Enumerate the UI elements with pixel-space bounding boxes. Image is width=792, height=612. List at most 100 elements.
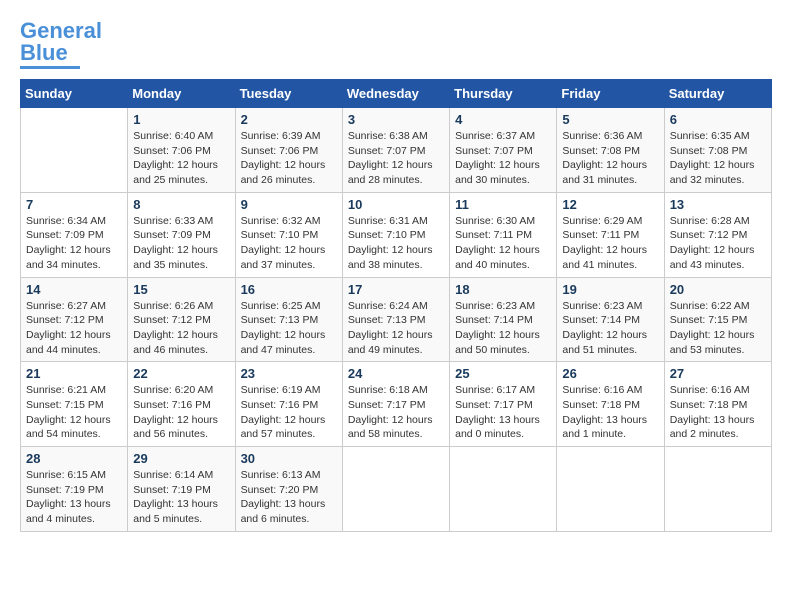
calendar-cell: 23 Sunrise: 6:19 AMSunset: 7:16 PMDayligh… [235,362,342,447]
day-number: 19 [562,282,658,297]
day-number: 10 [348,197,444,212]
calendar-week-4: 21Sunrise: 6:21 AMSunset: 7:15 PMDayligh… [21,362,772,447]
day-info: Sunrise: 6:16 AMSunset: 7:18 PMDaylight:… [670,383,766,442]
logo-underline [20,66,80,69]
calendar-cell: 14 Sunrise: 6:27 AMSunset: 7:12 PMDayligh… [21,277,128,362]
calendar-cell: 3 Sunrise: 6:38 AMSunset: 7:07 PMDaylight… [342,108,449,193]
calendar-cell: 24 Sunrise: 6:18 AMSunset: 7:17 PMDayligh… [342,362,449,447]
day-number: 15 [133,282,229,297]
calendar-cell: 10 Sunrise: 6:31 AMSunset: 7:10 PMDayligh… [342,192,449,277]
weekday-thursday: Thursday [450,80,557,108]
day-info: Sunrise: 6:20 AMSunset: 7:16 PMDaylight:… [133,383,229,442]
weekday-sunday: Sunday [21,80,128,108]
day-number: 4 [455,112,551,127]
day-info: Sunrise: 6:30 AMSunset: 7:11 PMDaylight:… [455,214,551,273]
calendar-cell: 17 Sunrise: 6:24 AMSunset: 7:13 PMDayligh… [342,277,449,362]
page-header: General Blue [20,20,772,69]
day-info: Sunrise: 6:15 AMSunset: 7:19 PMDaylight:… [26,468,122,527]
calendar-week-3: 14 Sunrise: 6:27 AMSunset: 7:12 PMDayligh… [21,277,772,362]
day-number: 7 [26,197,122,212]
calendar-cell: 20Sunrise: 6:22 AMSunset: 7:15 PMDayligh… [664,277,771,362]
calendar-cell: 19 Sunrise: 6:23 AMSunset: 7:14 PMDayligh… [557,277,664,362]
day-number: 22 [133,366,229,381]
day-info: Sunrise: 6:34 AMSunset: 7:09 PMDaylight:… [26,214,122,273]
day-info: Sunrise: 6:24 AMSunset: 7:13 PMDaylight:… [348,299,444,358]
day-number: 13 [670,197,766,212]
day-info: Sunrise: 6:16 AMSunset: 7:18 PMDaylight:… [562,383,658,442]
day-number: 9 [241,197,337,212]
day-info: Sunrise: 6:26 AMSunset: 7:12 PMDaylight:… [133,299,229,358]
day-number: 6 [670,112,766,127]
day-number: 21 [26,366,122,381]
day-number: 12 [562,197,658,212]
day-number: 2 [241,112,337,127]
calendar-cell: 12 Sunrise: 6:29 AMSunset: 7:11 PMDayligh… [557,192,664,277]
calendar-cell [450,447,557,532]
calendar-cell: 22 Sunrise: 6:20 AMSunset: 7:16 PMDayligh… [128,362,235,447]
calendar-body: 1 Sunrise: 6:40 AMSunset: 7:06 PMDaylight… [21,108,772,532]
day-info: Sunrise: 6:13 AMSunset: 7:20 PMDaylight:… [241,468,337,527]
weekday-friday: Friday [557,80,664,108]
calendar-cell: 16Sunrise: 6:25 AMSunset: 7:13 PMDayligh… [235,277,342,362]
day-number: 27 [670,366,766,381]
calendar-cell [21,108,128,193]
calendar-cell: 21Sunrise: 6:21 AMSunset: 7:15 PMDayligh… [21,362,128,447]
day-number: 24 [348,366,444,381]
calendar-cell: 25 Sunrise: 6:17 AMSunset: 7:17 PMDayligh… [450,362,557,447]
calendar-week-5: 28Sunrise: 6:15 AMSunset: 7:19 PMDayligh… [21,447,772,532]
day-number: 5 [562,112,658,127]
day-info: Sunrise: 6:35 AMSunset: 7:08 PMDaylight:… [670,129,766,188]
day-info: Sunrise: 6:27 AMSunset: 7:12 PMDaylight:… [26,299,122,358]
day-info: Sunrise: 6:22 AMSunset: 7:15 PMDaylight:… [670,299,766,358]
day-info: Sunrise: 6:38 AMSunset: 7:07 PMDaylight:… [348,129,444,188]
calendar-cell: 2 Sunrise: 6:39 AMSunset: 7:06 PMDaylight… [235,108,342,193]
day-info: Sunrise: 6:29 AMSunset: 7:11 PMDaylight:… [562,214,658,273]
calendar-cell: 15 Sunrise: 6:26 AMSunset: 7:12 PMDayligh… [128,277,235,362]
calendar-cell: 6 Sunrise: 6:35 AMSunset: 7:08 PMDaylight… [664,108,771,193]
day-number: 3 [348,112,444,127]
calendar-cell: 26 Sunrise: 6:16 AMSunset: 7:18 PMDayligh… [557,362,664,447]
day-info: Sunrise: 6:17 AMSunset: 7:17 PMDaylight:… [455,383,551,442]
day-number: 25 [455,366,551,381]
calendar-cell: 5 Sunrise: 6:36 AMSunset: 7:08 PMDaylight… [557,108,664,193]
weekday-saturday: Saturday [664,80,771,108]
day-number: 11 [455,197,551,212]
logo: General Blue [20,20,102,69]
day-number: 18 [455,282,551,297]
day-info: Sunrise: 6:28 AMSunset: 7:12 PMDaylight:… [670,214,766,273]
day-number: 26 [562,366,658,381]
calendar-cell: 9Sunrise: 6:32 AMSunset: 7:10 PMDaylight… [235,192,342,277]
calendar-cell: 27 Sunrise: 6:16 AMSunset: 7:18 PMDayligh… [664,362,771,447]
day-number: 14 [26,282,122,297]
day-number: 23 [241,366,337,381]
day-info: Sunrise: 6:31 AMSunset: 7:10 PMDaylight:… [348,214,444,273]
day-info: Sunrise: 6:40 AMSunset: 7:06 PMDaylight:… [133,129,229,188]
day-info: Sunrise: 6:39 AMSunset: 7:06 PMDaylight:… [241,129,337,188]
day-number: 17 [348,282,444,297]
logo-blue: Blue [20,40,68,65]
calendar-week-2: 7 Sunrise: 6:34 AMSunset: 7:09 PMDaylight… [21,192,772,277]
day-info: Sunrise: 6:18 AMSunset: 7:17 PMDaylight:… [348,383,444,442]
weekday-header-row: SundayMondayTuesdayWednesdayThursdayFrid… [21,80,772,108]
calendar-table: SundayMondayTuesdayWednesdayThursdayFrid… [20,79,772,532]
calendar-cell: 30Sunrise: 6:13 AMSunset: 7:20 PMDayligh… [235,447,342,532]
weekday-wednesday: Wednesday [342,80,449,108]
day-info: Sunrise: 6:14 AMSunset: 7:19 PMDaylight:… [133,468,229,527]
weekday-monday: Monday [128,80,235,108]
day-info: Sunrise: 6:23 AMSunset: 7:14 PMDaylight:… [455,299,551,358]
day-number: 8 [133,197,229,212]
calendar-cell [664,447,771,532]
day-info: Sunrise: 6:23 AMSunset: 7:14 PMDaylight:… [562,299,658,358]
calendar-week-1: 1 Sunrise: 6:40 AMSunset: 7:06 PMDaylight… [21,108,772,193]
day-number: 1 [133,112,229,127]
day-info: Sunrise: 6:36 AMSunset: 7:08 PMDaylight:… [562,129,658,188]
calendar-cell: 8 Sunrise: 6:33 AMSunset: 7:09 PMDaylight… [128,192,235,277]
calendar-cell: 13 Sunrise: 6:28 AMSunset: 7:12 PMDayligh… [664,192,771,277]
day-info: Sunrise: 6:19 AMSunset: 7:16 PMDaylight:… [241,383,337,442]
calendar-cell: 29Sunrise: 6:14 AMSunset: 7:19 PMDayligh… [128,447,235,532]
calendar-cell: 7 Sunrise: 6:34 AMSunset: 7:09 PMDaylight… [21,192,128,277]
calendar-cell: 28Sunrise: 6:15 AMSunset: 7:19 PMDayligh… [21,447,128,532]
day-info: Sunrise: 6:33 AMSunset: 7:09 PMDaylight:… [133,214,229,273]
calendar-cell: 4Sunrise: 6:37 AMSunset: 7:07 PMDaylight… [450,108,557,193]
logo-text: General Blue [20,20,102,64]
